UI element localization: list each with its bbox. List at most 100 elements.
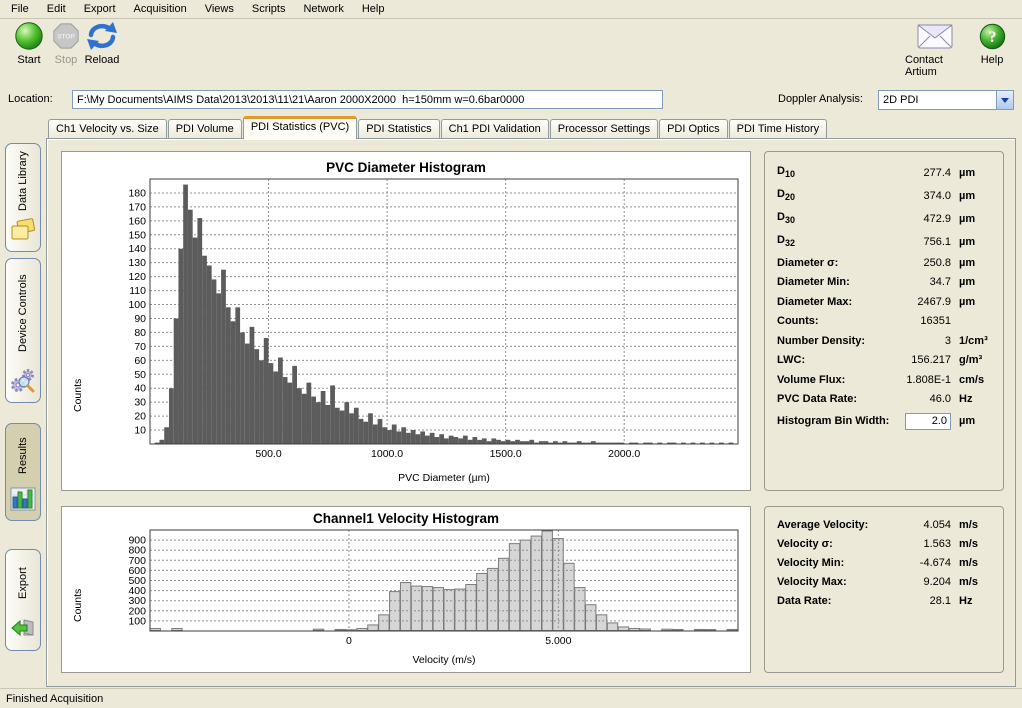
stat-row-d32: D32756.1µm bbox=[777, 230, 991, 253]
stat-value: -4.674 bbox=[891, 557, 951, 569]
location-label: Location: bbox=[8, 93, 53, 105]
sidebar-item-label: Export bbox=[17, 550, 29, 617]
reload-arrows-icon bbox=[86, 20, 118, 52]
stat-value: 9.204 bbox=[891, 576, 951, 588]
toolbar: Start STOP Stop Reload bbox=[0, 20, 1022, 84]
stat-row-diameter-max: Diameter Max:2467.9µm bbox=[777, 292, 991, 312]
stat-unit: µm bbox=[951, 213, 991, 225]
contact-artium-label: Contact Artium bbox=[905, 54, 965, 78]
stat-row-diameter-min: Diameter Min:34.7µm bbox=[777, 273, 991, 293]
status-text: Finished Acquisition bbox=[6, 693, 103, 705]
stat-label: Velocity Min: bbox=[777, 557, 891, 569]
svg-text:150: 150 bbox=[128, 229, 146, 241]
contact-artium-button[interactable]: Contact Artium bbox=[905, 20, 965, 78]
stat-unit: µm bbox=[951, 167, 991, 179]
doppler-analysis-label: Doppler Analysis: bbox=[778, 93, 863, 105]
menu-bar: FileEditExportAcquisitionViewsScriptsNet… bbox=[0, 0, 1022, 19]
stat-row-velocity: Velocity σ:1.563m/s bbox=[777, 534, 991, 553]
tab-pdi-statistics-pvc[interactable]: PDI Statistics (PVC) bbox=[243, 116, 357, 139]
stat-label: Data Rate: bbox=[777, 595, 891, 607]
svg-text:70: 70 bbox=[134, 341, 146, 353]
stat-label: LWC: bbox=[777, 354, 891, 366]
stat-value: 1.808E-1 bbox=[891, 374, 951, 386]
stat-label: D10 bbox=[777, 165, 891, 179]
doppler-analysis-dropdown[interactable]: 2D PDI bbox=[878, 90, 1014, 110]
stat-value: 277.4 bbox=[891, 167, 951, 179]
location-input[interactable] bbox=[72, 90, 663, 109]
tab-strip: Ch1 Velocity vs. SizePDI VolumePDI Stati… bbox=[48, 117, 828, 139]
svg-text:1500.0: 1500.0 bbox=[490, 448, 522, 460]
stat-label: Diameter σ: bbox=[777, 257, 891, 269]
stat-row-histogram-bin-width: Histogram Bin Width:µm bbox=[777, 409, 991, 433]
svg-text:2000.0: 2000.0 bbox=[608, 448, 640, 460]
tab-processor-settings[interactable]: Processor Settings bbox=[550, 119, 658, 139]
menu-item-file[interactable]: File bbox=[2, 1, 38, 17]
tab-ch1-velocity-vs-size[interactable]: Ch1 Velocity vs. Size bbox=[48, 119, 167, 139]
pvc-diameter-histogram-panel: PVC Diameter Histogram Counts 1020304050… bbox=[61, 151, 751, 491]
stat-label: Number Density: bbox=[777, 335, 891, 347]
tab-pdi-optics[interactable]: PDI Optics bbox=[659, 119, 728, 139]
stat-label: Velocity Max: bbox=[777, 576, 891, 588]
stat-value: 472.9 bbox=[891, 213, 951, 225]
svg-text:900: 900 bbox=[128, 535, 146, 547]
tab-pdi-time-history[interactable]: PDI Time History bbox=[729, 119, 828, 139]
stat-value: 2467.9 bbox=[891, 296, 951, 308]
menu-item-help[interactable]: Help bbox=[353, 1, 394, 17]
stat-row-d30: D30472.9µm bbox=[777, 207, 991, 230]
stat-label: Diameter Min: bbox=[777, 276, 891, 288]
doppler-analysis-value: 2D PDI bbox=[879, 94, 996, 106]
stat-unit: m/s bbox=[951, 576, 991, 588]
stat-row-d20: D20374.0µm bbox=[777, 184, 991, 207]
svg-text:80: 80 bbox=[134, 327, 146, 339]
menu-item-views[interactable]: Views bbox=[196, 1, 243, 17]
tab-pdi-volume[interactable]: PDI Volume bbox=[168, 119, 242, 139]
stat-row-velocity-min: Velocity Min:-4.674m/s bbox=[777, 553, 991, 572]
pvc-histogram-plot: 1020304050607080901001101201301401501601… bbox=[62, 152, 752, 468]
stat-value: 46.0 bbox=[891, 393, 951, 405]
stat-unit: g/m³ bbox=[951, 354, 991, 366]
menu-item-edit[interactable]: Edit bbox=[38, 1, 75, 17]
stat-row-diameter: Diameter σ:250.8µm bbox=[777, 253, 991, 273]
stat-unit: µm bbox=[951, 236, 991, 248]
stat-row-counts: Counts:16351 bbox=[777, 312, 991, 332]
stop-label: Stop bbox=[55, 54, 78, 66]
stat-unit: cm/s bbox=[951, 374, 991, 386]
envelope-icon bbox=[917, 20, 953, 52]
stat-unit: m/s bbox=[951, 519, 991, 531]
stat-row-lwc: LWC:156.217g/m³ bbox=[777, 351, 991, 371]
menu-item-scripts[interactable]: Scripts bbox=[243, 1, 295, 17]
folders-icon bbox=[10, 218, 36, 245]
stat-label: Velocity σ: bbox=[777, 538, 891, 550]
stat-row-number-density: Number Density:31/cm³ bbox=[777, 331, 991, 351]
svg-text:500.0: 500.0 bbox=[255, 448, 281, 460]
svg-text:140: 140 bbox=[128, 243, 146, 255]
reload-button[interactable]: Reload bbox=[76, 20, 128, 66]
sidebar-item-export[interactable]: Export bbox=[5, 549, 41, 651]
stat-unit: µm bbox=[951, 415, 991, 427]
start-label: Start bbox=[17, 54, 40, 66]
help-label: Help bbox=[981, 54, 1004, 66]
stat-unit: µm bbox=[951, 296, 991, 308]
stat-label: D20 bbox=[777, 188, 891, 202]
chevron-down-icon[interactable] bbox=[996, 91, 1013, 109]
stat-value: 4.054 bbox=[891, 519, 951, 531]
sidebar-item-data-library[interactable]: Data Library bbox=[5, 143, 41, 252]
sidebar-item-results[interactable]: Results bbox=[5, 423, 41, 521]
sidebar-item-device-controls[interactable]: Device Controls bbox=[5, 258, 41, 403]
menu-item-acquisition[interactable]: Acquisition bbox=[125, 1, 196, 17]
menu-item-network[interactable]: Network bbox=[294, 1, 352, 17]
help-button[interactable]: ? Help bbox=[966, 20, 1018, 66]
stat-value: 250.8 bbox=[891, 257, 951, 269]
stat-row-data-rate: Data Rate:28.1Hz bbox=[777, 591, 991, 610]
stat-label: D30 bbox=[777, 211, 891, 225]
stat-unit: m/s bbox=[951, 538, 991, 550]
menu-item-export[interactable]: Export bbox=[75, 1, 125, 17]
svg-text:30: 30 bbox=[134, 397, 146, 409]
svg-text:130: 130 bbox=[128, 257, 146, 269]
stat-value: 34.7 bbox=[891, 276, 951, 288]
velocity-chart-xlabel: Velocity (m/s) bbox=[150, 654, 738, 666]
velocity-statistics-panel: Average Velocity:4.054m/sVelocity σ:1.56… bbox=[764, 506, 1004, 673]
tab-pdi-statistics[interactable]: PDI Statistics bbox=[358, 119, 439, 139]
histogram-bin-width-input[interactable] bbox=[905, 413, 951, 430]
tab-ch1-pdi-validation[interactable]: Ch1 PDI Validation bbox=[441, 119, 549, 139]
